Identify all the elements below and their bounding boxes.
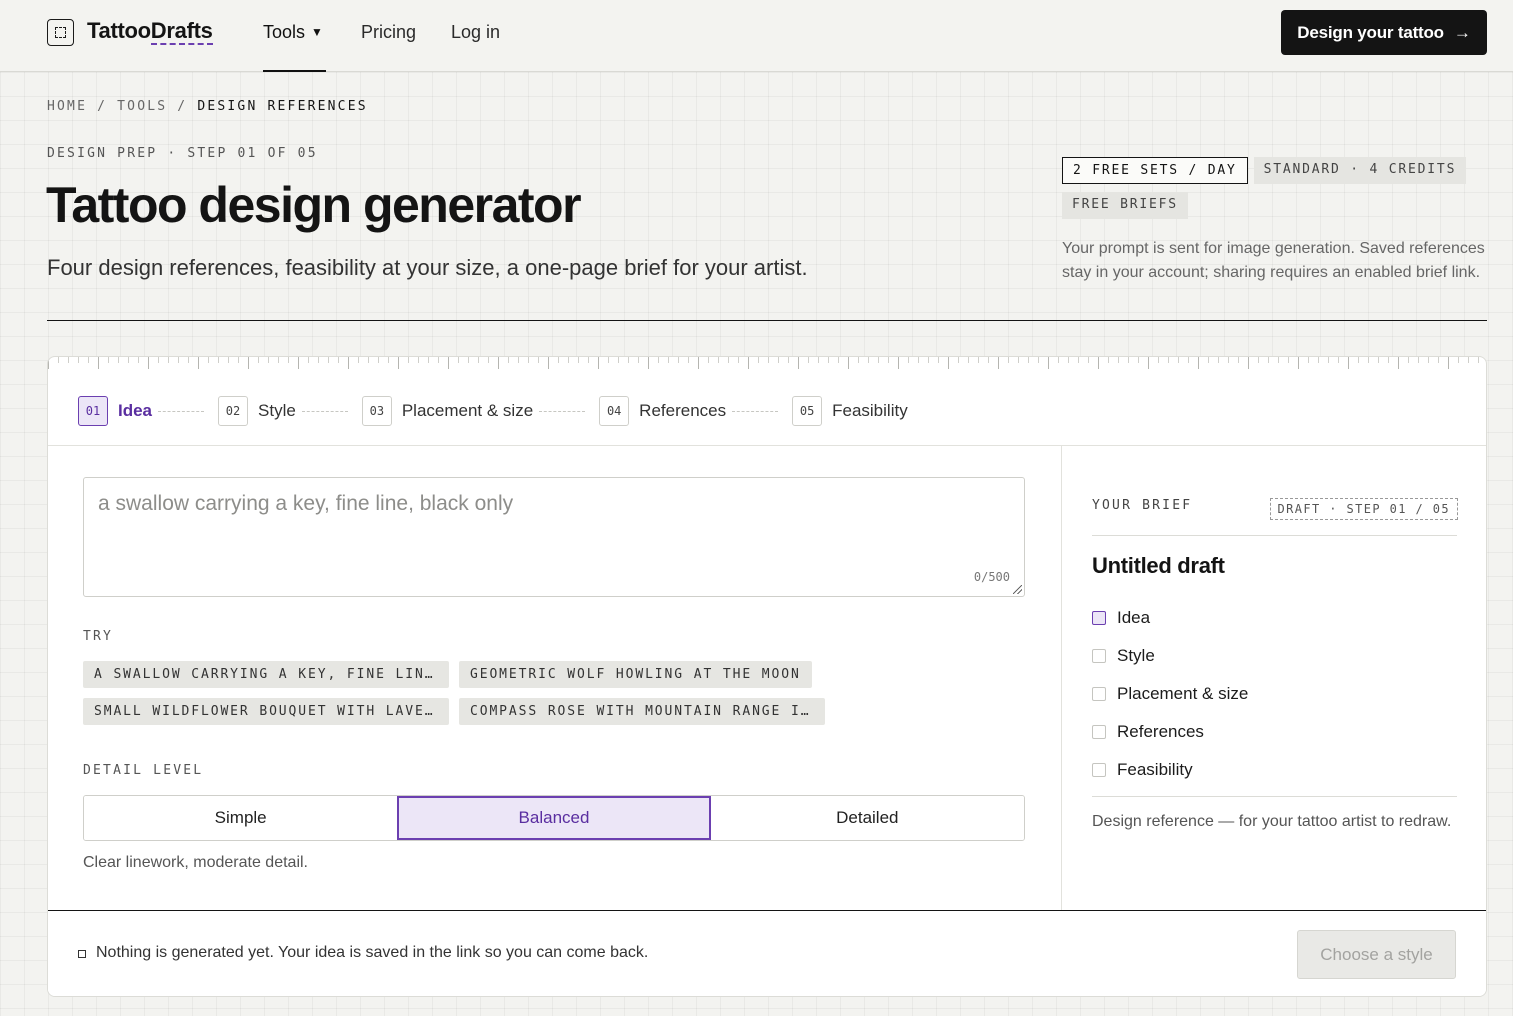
brief-heading: YOUR BRIEF <box>1092 498 1193 513</box>
character-counter: 0/500 <box>973 570 1010 584</box>
arrow-right-icon[interactable]: → <box>1454 23 1471 43</box>
wizard-stepper: 01 Idea 02 Style 03 Placement & size 04 … <box>78 395 908 427</box>
checklist-label: Feasibility <box>1117 760 1193 779</box>
step-label: Style <box>258 401 296 420</box>
status-square-icon <box>78 950 86 958</box>
nav-active-indicator <box>263 70 326 72</box>
checklist-label: Idea <box>1117 608 1151 627</box>
breadcrumb-current: DESIGN REFERENCES <box>197 99 368 114</box>
breadcrumb-tools[interactable]: TOOLS <box>117 99 167 114</box>
checklist-item-feasibility: Feasibility <box>1092 751 1248 789</box>
nav-tools-menu[interactable]: Tools ▼ <box>263 22 323 43</box>
detail-option-balanced[interactable]: Balanced <box>397 796 711 840</box>
checkbox <box>1092 725 1106 739</box>
example-chip[interactable]: SMALL WILDFLOWER BOUQUET WITH LAVENDE… <box>83 698 449 725</box>
step-connector <box>539 410 586 412</box>
brief-status-tag: DRAFT · STEP 01 / 05 <box>1269 498 1458 520</box>
idea-form: 0/500 TRY A SWALLOW CARRYING A KEY, FINE… <box>48 446 1061 910</box>
detail-level-selector: Simple Balanced Detailed <box>83 795 1025 841</box>
nav-tools-label[interactable]: Tools <box>263 22 305 42</box>
checkbox <box>1092 687 1106 701</box>
choose-a-style-button[interactable]: Choose a style <box>1297 930 1456 979</box>
credits-badge: STANDARD · 4 CREDITS <box>1253 157 1467 184</box>
example-chip[interactable]: GEOMETRIC WOLF HOWLING AT THE MOON <box>459 661 812 688</box>
free-sets-badge: 2 FREE SETS / DAY <box>1062 157 1248 184</box>
checklist-item-style: Style <box>1092 637 1248 675</box>
step-label: References <box>639 401 727 420</box>
checkbox <box>1092 611 1106 625</box>
ruler-decoration <box>48 357 1486 371</box>
step-style[interactable]: 02 Style <box>218 396 296 426</box>
brand-name-accent[interactable]: Drafts <box>150 18 213 45</box>
step-number: 05 <box>792 396 823 426</box>
design-your-tattoo-button[interactable]: Design your tattoo → <box>1281 10 1487 55</box>
brief-checklist: Idea Style Placement & size References F… <box>1092 599 1248 789</box>
step-connector <box>301 410 348 412</box>
detail-level-label: DETAIL LEVEL <box>83 763 204 778</box>
idea-textarea[interactable] <box>98 492 998 552</box>
detail-option-detailed[interactable]: Detailed <box>710 796 1024 840</box>
breadcrumb-separator: / <box>177 99 188 114</box>
dashed-frame-icon[interactable] <box>47 19 74 46</box>
pricing-badges: 2 FREE SETS / DAY STANDARD · 4 CREDITS FRE… <box>1062 157 1482 227</box>
design-wizard-card: 01 Idea 02 Style 03 Placement & size 04 … <box>47 356 1487 997</box>
brand-name[interactable]: TattooDrafts <box>87 18 213 45</box>
nav-login-link[interactable]: Log in <box>451 22 500 43</box>
free-briefs-badge: FREE BRIEFS <box>1062 192 1188 219</box>
divider <box>47 320 1487 321</box>
page-subtitle: Four design references, feasibility at y… <box>47 255 808 280</box>
step-connector <box>158 410 205 412</box>
chevron-down-icon[interactable]: ▼ <box>311 25 323 39</box>
example-chip[interactable]: COMPASS ROSE WITH MOUNTAIN RANGE INSIDE <box>459 698 825 725</box>
step-number: 01 <box>78 396 108 426</box>
checklist-label: References <box>1117 722 1204 741</box>
step-feasibility[interactable]: 05 Feasibility <box>792 396 908 426</box>
step-number: 02 <box>218 396 249 426</box>
step-label: Feasibility <box>832 401 908 420</box>
step-number: 03 <box>361 396 392 426</box>
brand-logo[interactable]: TattooDrafts <box>87 18 213 45</box>
nav-pricing-link[interactable]: Pricing <box>361 22 416 43</box>
example-prompt-chips: A SWALLOW CARRYING A KEY, FINE LINE, … GE… <box>83 661 983 735</box>
divider <box>1092 535 1457 536</box>
detail-level-hint: Clear linework, moderate detail. <box>83 854 308 871</box>
checklist-item-placement-size: Placement & size <box>1092 675 1248 713</box>
step-connector <box>732 410 779 412</box>
idea-textarea-wrapper: 0/500 <box>83 477 1025 597</box>
top-navigation-bar: TattooDrafts Tools ▼ Pricing Log in Desig… <box>0 0 1513 72</box>
checkbox <box>1092 649 1106 663</box>
brief-panel: YOUR BRIEF DRAFT · STEP 01 / 05 Untitled… <box>1061 446 1486 910</box>
step-label: Placement & size <box>401 401 534 420</box>
cta-label[interactable]: Design your tattoo <box>1297 23 1444 43</box>
checkbox <box>1092 763 1106 777</box>
checklist-label: Style <box>1117 646 1155 665</box>
step-idea[interactable]: 01 Idea <box>78 396 152 426</box>
breadcrumb: HOME / TOOLS / DESIGN REFERENCES <box>47 99 368 114</box>
checklist-item-idea: Idea <box>1092 599 1248 637</box>
example-chip[interactable]: A SWALLOW CARRYING A KEY, FINE LINE, … <box>83 661 449 688</box>
detail-option-simple[interactable]: Simple <box>84 796 398 840</box>
checklist-item-references: References <box>1092 713 1248 751</box>
checklist-label: Placement & size <box>1117 684 1249 703</box>
divider <box>1092 796 1457 797</box>
step-eyebrow: DESIGN PREP · STEP 01 OF 05 <box>47 146 318 161</box>
try-label: TRY <box>83 629 114 644</box>
step-number: 04 <box>599 396 630 426</box>
breadcrumb-home[interactable]: HOME <box>47 99 87 114</box>
wizard-footer: Nothing is generated yet. Your idea is s… <box>48 910 1486 996</box>
page-title: Tattoo design generator <box>46 177 582 233</box>
step-references[interactable]: 04 References <box>599 396 726 426</box>
brief-disclaimer: Design reference — for your tattoo artis… <box>1092 813 1452 830</box>
step-label: Idea <box>118 401 153 420</box>
breadcrumb-separator: / <box>97 99 108 114</box>
brief-title: Untitled draft <box>1092 553 1225 578</box>
privacy-note: Your prompt is sent for image generation… <box>1062 240 1485 281</box>
step-placement-size[interactable]: 03 Placement & size <box>361 396 534 426</box>
status-message: Nothing is generated yet. Your idea is s… <box>96 944 649 961</box>
resize-handle-icon[interactable] <box>1013 585 1022 594</box>
